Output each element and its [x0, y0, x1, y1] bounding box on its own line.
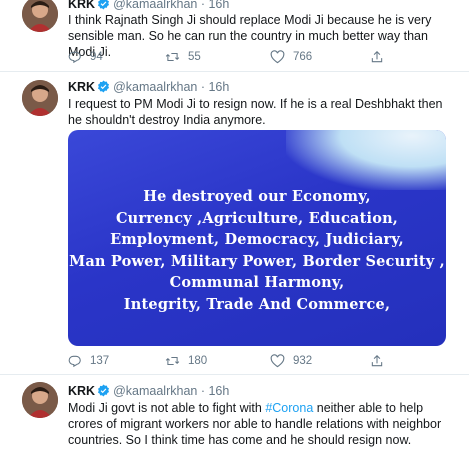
share-button[interactable] — [370, 50, 384, 64]
verified-icon — [97, 80, 110, 96]
avatar[interactable] — [22, 0, 58, 32]
tweet-time[interactable]: 16h — [208, 384, 229, 398]
image-text-line: He destroyed our Economy, — [143, 188, 371, 205]
reply-button[interactable]: 94 — [68, 50, 103, 64]
tweet-actions: 94 55 766 — [68, 50, 448, 68]
author-handle[interactable]: @kamaalrkhan — [113, 384, 197, 398]
image-text: He destroyed our Economy, Currency ,Agri… — [68, 186, 446, 315]
reply-icon — [68, 50, 82, 64]
share-icon — [370, 354, 384, 368]
like-count: 932 — [293, 355, 313, 367]
reply-count: 94 — [90, 51, 103, 63]
retweet-icon — [165, 50, 180, 64]
tweet-actions: 137 180 932 — [68, 354, 448, 372]
tweet-text-part: Modi Ji govt is not able to fight with — [68, 401, 266, 415]
tweet-time[interactable]: 16h — [208, 0, 229, 11]
author-name[interactable]: KRK — [68, 80, 95, 94]
reply-button[interactable]: 137 — [68, 354, 109, 368]
retweet-icon — [165, 354, 180, 368]
tweet-text: Modi Ji govt is not able to fight with #… — [68, 400, 458, 448]
image-text-line: Communal Harmony, — [169, 274, 345, 291]
author-name[interactable]: KRK — [68, 0, 95, 11]
tweet-text: I request to PM Modi Ji to resign now. I… — [68, 97, 443, 127]
image-text-line: Employment, Democracy, Judiciary, — [110, 231, 404, 248]
like-icon — [270, 50, 285, 64]
tweet-1[interactable]: KRK @kamaalrkhan · 16h I think Rajnath Si… — [0, 0, 469, 70]
avatar[interactable] — [22, 80, 58, 116]
like-icon — [270, 354, 285, 368]
image-decoration — [286, 130, 446, 190]
verified-icon — [97, 384, 110, 400]
reply-icon — [68, 354, 82, 368]
tweet-header: KRK @kamaalrkhan · 16h — [68, 384, 230, 400]
retweet-count: 55 — [188, 51, 201, 63]
image-text-line: Man Power, Military Power, Border Securi… — [69, 252, 445, 270]
author-name[interactable]: KRK — [68, 384, 95, 398]
hashtag-link[interactable]: #Corona — [265, 401, 313, 415]
author-handle[interactable]: @kamaalrkhan — [113, 80, 197, 94]
like-button[interactable]: 932 — [270, 354, 312, 368]
reply-count: 137 — [90, 355, 110, 367]
avatar[interactable] — [22, 382, 58, 418]
author-handle[interactable]: @kamaalrkhan — [113, 0, 197, 11]
share-icon — [370, 50, 384, 64]
share-button[interactable] — [370, 354, 384, 368]
like-button[interactable]: 766 — [270, 50, 312, 64]
image-text-line: Currency ,Agriculture, Education, — [115, 209, 399, 227]
like-count: 766 — [293, 51, 313, 63]
divider — [0, 374, 469, 375]
tweet-image[interactable]: He destroyed our Economy, Currency ,Agri… — [68, 130, 446, 346]
retweet-button[interactable]: 180 — [165, 354, 207, 368]
tweet-header: KRK @kamaalrkhan · 16h — [68, 80, 230, 96]
image-text-line: Integrity, Trade And Commerce, — [123, 295, 391, 313]
retweet-count: 180 — [188, 355, 208, 367]
retweet-button[interactable]: 55 — [165, 50, 201, 64]
tweet-time[interactable]: 16h — [208, 80, 229, 94]
